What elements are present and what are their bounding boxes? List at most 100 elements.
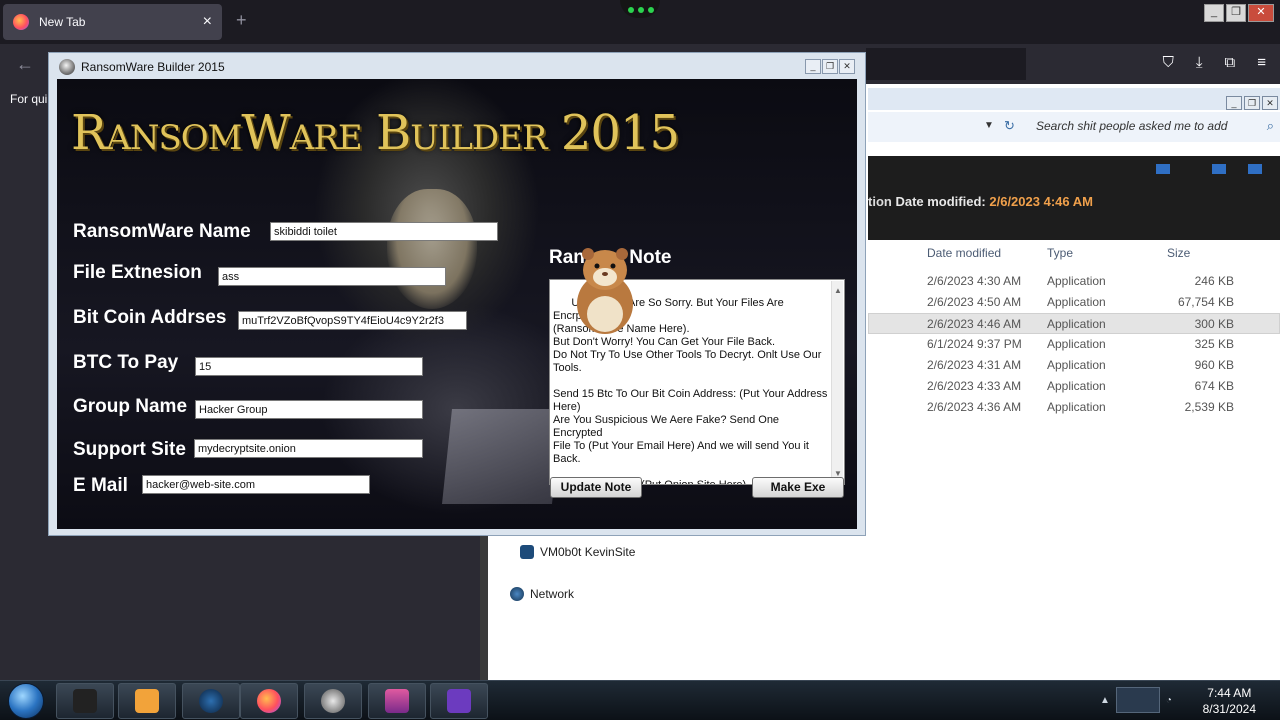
- visual-studio-icon: [447, 689, 471, 713]
- restore-button[interactable]: ❐: [822, 59, 838, 74]
- ransomware-name-input[interactable]: [270, 222, 498, 241]
- close-button[interactable]: ✕: [839, 59, 855, 74]
- file-extension-input[interactable]: [218, 267, 446, 286]
- tray-monitor-icon[interactable]: [1115, 687, 1160, 713]
- file-date: 2/6/2023 4:36 AM: [927, 400, 1022, 414]
- laptop-image: [442, 409, 562, 504]
- browser-tab[interactable]: New Tab ×: [3, 4, 222, 40]
- browser-tab-bar: New Tab × + _ ❐ ✕: [0, 0, 1280, 44]
- start-button[interactable]: [8, 683, 44, 719]
- details-label: Date modified:: [895, 194, 986, 209]
- network-icon: [510, 587, 524, 601]
- file-date: 6/1/2024 9:37 PM: [927, 337, 1022, 351]
- ransomware-builder-window: RansomWare Builder 2015 _ ❐ ✕ RansomWare…: [48, 52, 866, 536]
- bitcoin-address-label: Bit Coin Addrses: [73, 307, 227, 328]
- tray-chevron-icon[interactable]: ▲: [1100, 695, 1110, 706]
- clock[interactable]: 7:44 AM 8/31/2024: [1203, 685, 1256, 717]
- file-size: 674 KB: [1194, 379, 1234, 393]
- recording-badge: [620, 0, 660, 18]
- restore-button[interactable]: ❐: [1244, 96, 1260, 110]
- tab-close-icon[interactable]: ×: [203, 13, 212, 31]
- taskbar-app-archive[interactable]: [368, 683, 426, 719]
- email-input[interactable]: [142, 475, 370, 494]
- taskbar-app-media[interactable]: [118, 683, 176, 719]
- bitcoin-address-input[interactable]: [238, 311, 467, 330]
- view-icon[interactable]: [1156, 164, 1170, 174]
- indicator-light: [638, 7, 644, 13]
- explorer-window-controls: _ ❐ ✕: [1226, 96, 1278, 110]
- window-title: RansomWare Builder 2015: [81, 60, 225, 74]
- file-type: Application: [1047, 274, 1106, 288]
- table-row[interactable]: 6/1/2024 9:37 PM Application 325 KB: [868, 334, 1280, 355]
- pocket-icon[interactable]: ⛉: [1163, 54, 1174, 71]
- update-note-button[interactable]: Update Note: [550, 477, 642, 498]
- tree-item-kevinsite[interactable]: VM0b0t KevinSite: [520, 545, 635, 559]
- group-name-input[interactable]: [195, 400, 423, 419]
- taskbar-app-builder[interactable]: [304, 683, 362, 719]
- search-icon[interactable]: ⌕: [1267, 118, 1274, 134]
- table-row-selected[interactable]: 2/6/2023 4:46 AM Application 300 KB: [868, 313, 1280, 334]
- url-bar[interactable]: [866, 48, 1026, 80]
- preview-pane-icon[interactable]: [1212, 164, 1226, 174]
- file-type: Application: [1047, 379, 1106, 393]
- column-date-modified[interactable]: Date modified: [927, 246, 1001, 260]
- taskbar-app-visual-studio[interactable]: [430, 683, 488, 719]
- builder-form: RansomWare Builder 2015 RansomWare Name …: [57, 79, 857, 529]
- ransomware-name-label: RansomWare Name: [73, 221, 251, 242]
- tab-title: New Tab: [39, 15, 86, 29]
- terminal-icon: [73, 689, 97, 713]
- tree-item-network[interactable]: Network: [510, 587, 574, 601]
- tray-network-icon[interactable]: ◔: [1166, 695, 1172, 706]
- refresh-icon[interactable]: ↻: [1004, 118, 1015, 134]
- menu-icon[interactable]: ≡: [1257, 54, 1266, 71]
- restore-button[interactable]: ❐: [1226, 4, 1246, 22]
- window-titlebar[interactable]: RansomWare Builder 2015 _ ❐ ✕: [49, 53, 865, 81]
- scroll-up-icon[interactable]: ▲: [834, 284, 842, 297]
- file-date: 2/6/2023 4:30 AM: [927, 274, 1022, 288]
- file-extension-label: File Extnesion: [73, 262, 202, 283]
- details-prefix: tion: [868, 194, 892, 209]
- file-type: Application: [1047, 337, 1106, 351]
- minimize-button[interactable]: _: [1204, 4, 1224, 22]
- file-size: 2,539 KB: [1184, 400, 1234, 414]
- file-type: Application: [1047, 400, 1106, 414]
- file-size: 300 KB: [1194, 317, 1234, 331]
- file-type: Application: [1047, 295, 1106, 309]
- note-scrollbar[interactable]: ▲ ▼: [831, 281, 843, 483]
- table-row[interactable]: 2/6/2023 4:30 AM Application 246 KB: [868, 271, 1280, 292]
- column-size[interactable]: Size: [1167, 246, 1190, 260]
- table-row[interactable]: 2/6/2023 4:50 AM Application 67,754 KB: [868, 292, 1280, 313]
- file-list-header: Date modified Type Size: [868, 240, 1280, 266]
- download-icon[interactable]: ⤓: [1196, 54, 1203, 71]
- app-icon: [59, 59, 75, 75]
- close-button[interactable]: ✕: [1248, 4, 1274, 22]
- column-type[interactable]: Type: [1047, 246, 1073, 260]
- make-exe-button[interactable]: Make Exe: [752, 477, 844, 498]
- firefox-icon: [257, 689, 281, 713]
- details-pane: tion Date modified: 2/6/2023 4:46 AM: [868, 194, 1093, 209]
- file-type: Application: [1047, 358, 1106, 372]
- support-site-input[interactable]: [194, 439, 423, 458]
- new-tab-button[interactable]: +: [236, 10, 247, 31]
- help-icon[interactable]: [1248, 164, 1262, 174]
- taskbar-app-firefox[interactable]: [240, 683, 298, 719]
- close-button[interactable]: ✕: [1262, 96, 1278, 110]
- extensions-icon[interactable]: ⧉: [1225, 54, 1236, 71]
- search-input[interactable]: Search shit people asked me to add: [1036, 119, 1227, 133]
- table-row[interactable]: 2/6/2023 4:33 AM Application 674 KB: [868, 376, 1280, 397]
- table-row[interactable]: 2/6/2023 4:31 AM Application 960 KB: [868, 355, 1280, 376]
- minimize-button[interactable]: _: [1226, 96, 1242, 110]
- back-button[interactable]: ←: [16, 54, 34, 75]
- archive-icon: [385, 689, 409, 713]
- taskbar-app-globe[interactable]: [182, 683, 240, 719]
- minimize-button[interactable]: _: [805, 59, 821, 74]
- chevron-down-icon[interactable]: ▼: [984, 120, 994, 131]
- globe-icon: [199, 689, 223, 713]
- taskbar-app-terminal[interactable]: [56, 683, 114, 719]
- indicator-light: [628, 7, 634, 13]
- table-row[interactable]: 2/6/2023 4:36 AM Application 2,539 KB: [868, 397, 1280, 418]
- file-size: 960 KB: [1194, 358, 1234, 372]
- file-date: 2/6/2023 4:33 AM: [927, 379, 1022, 393]
- btc-to-pay-input[interactable]: [195, 357, 423, 376]
- clock-date: 8/31/2024: [1202, 702, 1256, 716]
